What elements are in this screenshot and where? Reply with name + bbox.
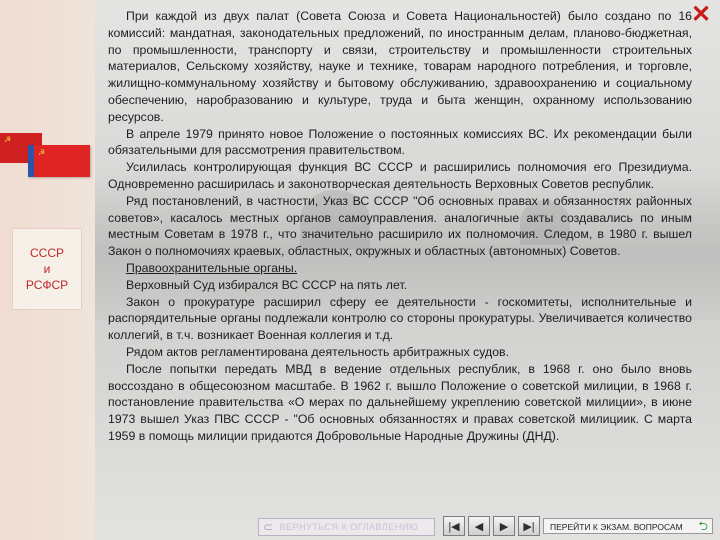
next-slide-button[interactable]: ▶: [493, 516, 515, 536]
main-text: При каждой из двух палат (Совета Союза и…: [108, 8, 692, 445]
section-label-line: РСФСР: [25, 278, 69, 292]
paragraph: Верховный Суд избирался ВС СССР на пять …: [126, 277, 408, 292]
skip-first-icon: |◀: [448, 520, 460, 533]
paragraph: Ряд постановлений, в частности, Указ ВС …: [108, 193, 692, 259]
close-icon[interactable]: ✕: [690, 3, 712, 27]
flag-blue-stripe: [28, 145, 34, 177]
prev-icon: ◀: [474, 520, 484, 533]
paragraph: После попытки передать МВД в ведение отд…: [108, 361, 692, 443]
skip-last-icon: ▶|: [523, 520, 535, 533]
go-to-exam-questions-link[interactable]: ПЕРЕЙТИ К ЭКЗАМ. ВОПРОСАМ ⮌: [543, 518, 713, 534]
bottom-toolbar: ⊂ ВЕРНУТЬСЯ К ОГЛАВЛЕНИЮ |◀ ◀ ▶ ▶| ПЕРЕЙ…: [258, 516, 718, 536]
prev-slide-button[interactable]: ◀: [468, 516, 490, 536]
section-label-line: и: [43, 262, 51, 276]
return-arrow-icon: ⮌: [698, 519, 708, 533]
next-icon: ▶: [499, 520, 509, 533]
first-slide-button[interactable]: |◀: [443, 516, 465, 536]
paragraph: В апреле 1979 принято новое Положение о …: [108, 126, 692, 158]
back-to-contents-link[interactable]: ⊂ ВЕРНУТЬСЯ К ОГЛАВЛЕНИЮ: [258, 518, 435, 536]
star-icon: ☭: [38, 148, 46, 157]
paragraph: При каждой из двух палат (Совета Союза и…: [108, 9, 692, 124]
section-label: СССР и РСФСР: [12, 228, 82, 310]
back-to-contents-label: ВЕРНУТЬСЯ К ОГЛАВЛЕНИЮ: [279, 522, 419, 532]
star-icon: ☭: [4, 135, 12, 144]
arrow-left-icon: ⊂: [263, 520, 274, 534]
exam-link-label: ПЕРЕЙТИ К ЭКЗАМ. ВОПРОСАМ: [550, 522, 683, 532]
paragraph: Усилилась контролирующая функция ВС СССР…: [108, 160, 692, 191]
last-slide-button[interactable]: ▶|: [518, 516, 540, 536]
section-heading-paragraph: Правоохранительные органы.: [108, 260, 692, 277]
rsfsr-flag: ☭: [28, 145, 90, 177]
paragraph: Рядом актов регламентирована деятельност…: [126, 344, 510, 359]
paragraph: Закон о прокуратуре расширил сферу ее де…: [108, 294, 692, 343]
left-panel: ☭ ☭ СССР и РСФСР: [0, 0, 95, 540]
section-label-line: СССР: [29, 246, 64, 260]
section-heading: Правоохранительные органы.: [126, 260, 298, 275]
